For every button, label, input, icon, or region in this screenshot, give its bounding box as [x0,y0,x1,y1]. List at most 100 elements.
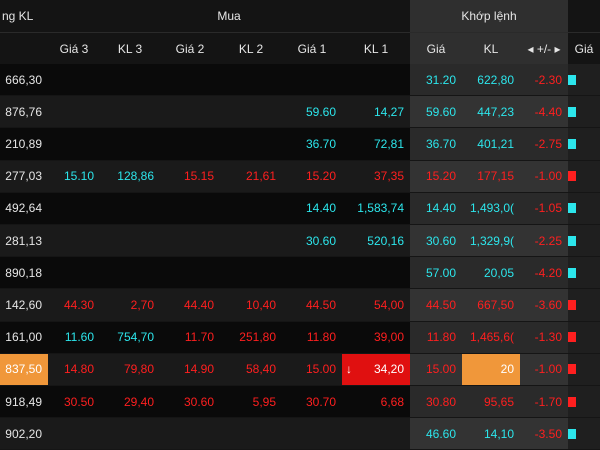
table-row[interactable]: 902,20 46.60 14,10 -3.50 [0,418,600,450]
next-column-indicator [568,428,576,439]
cell-v1: 1,583,74 [342,193,410,224]
cell-v2: 21,61 [220,161,282,192]
column-header-v1: KL 1 [342,32,410,64]
cell-value-p2: 30.60 [183,394,214,409]
cell-next [568,128,600,160]
cell-p2 [160,193,220,224]
header-group-row: ng KL Mua Khớp lệnh [0,0,600,32]
table-row[interactable]: 492,64 14.40 1,583,74 14.40 1,493,0(-1.05 [0,192,600,225]
column-header-chg[interactable]: ◂ +/- ▸ [520,32,568,64]
cell-v1: ↓ 34,20 [342,353,410,385]
cell-mv: 622,80 [462,64,520,96]
cell-value-chg: -2.75 [534,136,562,151]
cell-v2 [220,193,282,224]
column-header-next: Giá [568,32,600,64]
cell-mv: 401,21 [462,128,520,160]
cell-v3 [100,418,160,449]
cell-total: 210,89 [0,128,48,159]
table-row[interactable]: 161,00 11.60 754,70 11.70 251,80 11.80 39,00 11… [0,321,600,354]
cell-value-chg: -2.25 [534,233,562,248]
cell-v2 [220,225,282,256]
cell-total: 492,64 [0,193,48,224]
table-row[interactable]: 918,49 30.50 29,40 30.60 5,95 30.70 6,68 30.80 9… [0,386,600,419]
cell-value-mp: 15.00 [425,362,456,377]
cell-value-mp: 46.60 [425,426,456,441]
cell-value-p3: 15.10 [63,169,94,184]
table-row[interactable]: 666,30 31.20 622,80 -2.30 [0,64,600,97]
cell-p2: 11.70 [160,322,220,353]
cell-next [568,418,600,450]
cell-value-mp: 30.60 [425,233,456,248]
cell-p2 [160,128,220,159]
cell-v2 [220,418,282,449]
cell-value-mv: 401,21 [477,136,514,151]
cell-v3 [100,257,160,288]
cell-value-total: 277,03 [5,169,42,184]
cell-value-v1: 34,20 [373,362,404,377]
cell-value-mp: 14.40 [425,201,456,216]
next-column-indicator [568,235,576,246]
table-row[interactable]: 837,50 14.80 79,80 14.90 58,40 15.00 ↓ 34,20 15.… [0,353,600,386]
cell-value-total: 281,13 [5,233,42,248]
cell-total: 918,49 [0,386,48,417]
cell-mp: 44.50 [410,289,462,321]
cell-next [568,192,600,224]
cell-v3 [100,193,160,224]
cell-mp: 57.00 [410,257,462,289]
cell-v1: 14,27 [342,96,410,127]
cell-value-mv: 14,10 [483,426,514,441]
table-row[interactable]: 890,18 57.00 20,05 -4.20 [0,257,600,290]
cell-value-p1: 30.70 [305,394,336,409]
table-row[interactable]: 281,13 30.60 520,16 30.60 1,329,9(-2.25 [0,225,600,258]
cell-chg: -3.50 [520,418,568,450]
cell-value-p3: 14.80 [63,362,94,377]
cell-p2 [160,64,220,95]
cell-value-p2: 14.90 [183,362,214,377]
cell-value-p3: 30.50 [63,394,94,409]
cell-mv: 667,50 [462,289,520,321]
cell-v2: 5,95 [220,386,282,417]
cell-v3: 128,86 [100,161,160,192]
next-column-indicator [568,203,576,214]
cell-p2 [160,225,220,256]
cell-value-mp: 44.50 [425,297,456,312]
cell-value-mp: 36.70 [425,136,456,151]
cell-next [568,257,600,289]
cell-p1: 11.80 [282,322,342,353]
cell-value-mv: 667,50 [477,297,514,312]
table-row[interactable]: 210,89 36.70 72,81 36.70 401,21 -2.75 [0,128,600,161]
table-row[interactable]: 876,76 59.60 14,27 59.60 447,23 -4.40 [0,96,600,129]
cell-p1: 44.50 [282,289,342,320]
cell-value-total: 161,00 [5,330,42,345]
cell-value-chg: -3.50 [534,426,562,441]
cell-p2: 30.60 [160,386,220,417]
table-row[interactable]: 277,03 15.10 128,86 15.15 21,61 15.20 37,35 15.… [0,160,600,193]
cell-v1: 37,35 [342,161,410,192]
column-header-row: Giá 3 KL 3 Giá 2 KL 2 Giá 1 KL 1 Giá KL ◂ +/- ▸ G… [0,32,600,64]
cell-value-v1: 6,68 [380,394,404,409]
cell-p1 [282,418,342,449]
cell-value-total: 876,76 [5,104,42,119]
cell-mp: 31.20 [410,64,462,96]
cell-mp: 30.80 [410,386,462,418]
cell-p1: 15.00 [282,354,342,385]
cell-p1 [282,257,342,288]
cell-v1: 6,68 [342,386,410,417]
cell-value-p1: 14.40 [305,201,336,216]
cell-value-v3: 29,40 [123,394,154,409]
cell-v2 [220,257,282,288]
header-next-group [568,0,600,32]
cell-value-p2: 15.15 [183,169,214,184]
cell-chg: -2.30 [520,64,568,96]
cell-total: 161,00 [0,322,48,353]
cell-next [568,321,600,353]
table-row[interactable]: 142,60 44.30 2,70 44.40 10,40 44.50 54,00 44.50… [0,289,600,322]
column-header-mv: KL [462,32,520,64]
cell-chg: -1.00 [520,353,568,385]
cell-value-chg: -2.30 [534,72,562,87]
cell-chg: -2.75 [520,128,568,160]
cell-p1: 15.20 [282,161,342,192]
cell-value-p1: 36.70 [305,136,336,151]
cell-p3 [48,64,100,95]
cell-next [568,160,600,192]
